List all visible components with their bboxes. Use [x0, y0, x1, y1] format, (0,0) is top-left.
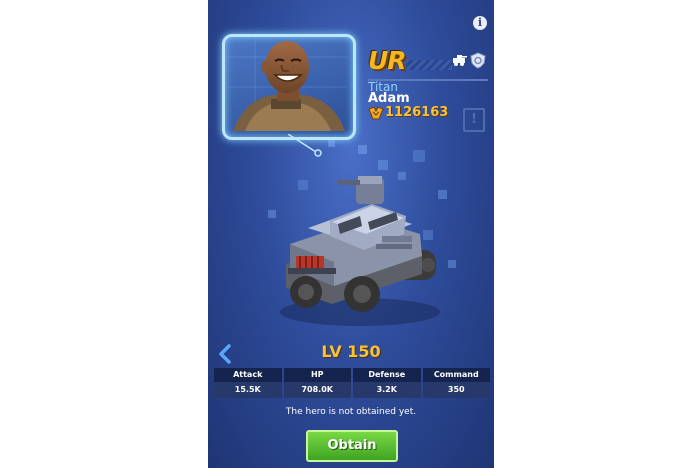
rarity-strip: [406, 60, 452, 70]
stat-value: 708.0K: [283, 382, 351, 398]
power-value: 1126163: [385, 105, 449, 120]
stat-label: Defense: [353, 368, 421, 382]
stat-hp: HP 708.0K: [283, 368, 351, 398]
stat-command: Command 350: [422, 368, 490, 398]
shield-icon: [470, 52, 486, 69]
stat-attack: Attack 15.5K: [214, 368, 282, 398]
info-button[interactable]: i: [473, 16, 487, 30]
stat-label: Command: [422, 368, 490, 382]
stat-value: 3.2K: [353, 382, 421, 398]
hero-level: LV 150: [321, 342, 381, 361]
stat-value: 15.5K: [214, 382, 282, 398]
hero-portrait-image: [225, 37, 347, 131]
vehicle-type-icon: [453, 55, 467, 66]
hero-vehicle-image: [280, 176, 440, 326]
stat-label: HP: [283, 368, 351, 382]
stat-label: Attack: [214, 368, 282, 382]
portrait-connector: [288, 134, 322, 157]
stat-defense: Defense 3.2K: [353, 368, 421, 398]
stats-table: Attack 15.5K HP 708.0K Defense 3.2K Comm…: [214, 368, 490, 398]
hero-portrait: [222, 34, 356, 140]
hero-detail-panel: i UR Titan Adam 1126163 ! LV 150 Attack …: [208, 0, 494, 468]
obtain-button[interactable]: Obtain: [306, 430, 398, 462]
rarity-badge: UR: [368, 46, 407, 75]
hero-name: Adam: [368, 91, 410, 106]
report-icon[interactable]: !: [463, 108, 485, 132]
not-obtained-notice: The hero is not obtained yet.: [285, 407, 417, 417]
stat-value: 350: [422, 382, 490, 398]
power-icon: [368, 106, 384, 120]
